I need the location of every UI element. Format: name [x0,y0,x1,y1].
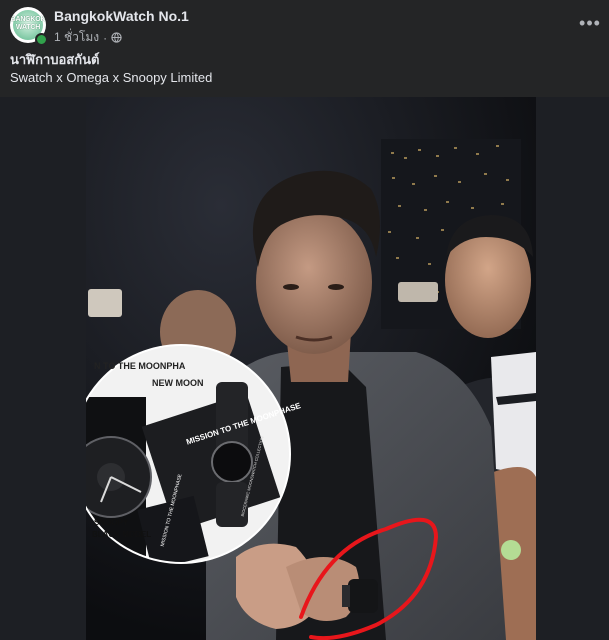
inset-snoopy-text: SNOOPY [94,518,129,527]
post-photo[interactable]: N TO THE MOONPHA NEW MOON SNOOPY BLACK M… [86,97,536,640]
avatar-logo-line2: WATCH [15,24,41,31]
photo-illustration: N TO THE MOONPHA NEW MOON SNOOPY BLACK M… [86,97,536,640]
phone-right [398,282,438,302]
post-header: BANGKOK WATCH BangkokWatch No.1 1 ชั่วโม… [0,0,609,48]
post-media-area[interactable]: N TO THE MOONPHA NEW MOON SNOOPY BLACK M… [0,97,609,640]
caption-line-2: Swatch x Omega x Snoopy Limited [10,70,213,85]
green-light [501,540,521,560]
inset-new-moon-text: NEW MOON [152,378,204,388]
meta-separator: · [103,30,108,45]
inset-black-model-text: BLACK MODEL [92,530,151,539]
post-caption: นาฬิกาบอสกันต์ Swatch x Omega x Snoopy L… [10,51,600,87]
inset-moonphase-text: N TO THE MOONPHA [94,361,186,371]
page-name-link[interactable]: BangkokWatch No.1 [54,8,189,24]
active-status-dot [35,33,48,46]
avatar-logo-text: BANGKOK WATCH [10,16,46,32]
globe-icon[interactable] [111,32,122,43]
main-person-face [256,210,372,354]
more-options-icon: ••• [579,13,601,33]
avatar-logo-line1: BANGKOK [10,16,46,23]
phone-left [88,289,122,317]
post-meta: 1 ชั่วโมง · [54,28,122,47]
caption-line-1: นาฬิกาบอสกันต์ [10,52,100,67]
facebook-post: BANGKOK WATCH BangkokWatch No.1 1 ชั่วโม… [0,0,609,640]
more-options-button[interactable]: ••• [577,12,603,34]
post-timestamp[interactable]: 1 ชั่วโมง [54,28,99,47]
